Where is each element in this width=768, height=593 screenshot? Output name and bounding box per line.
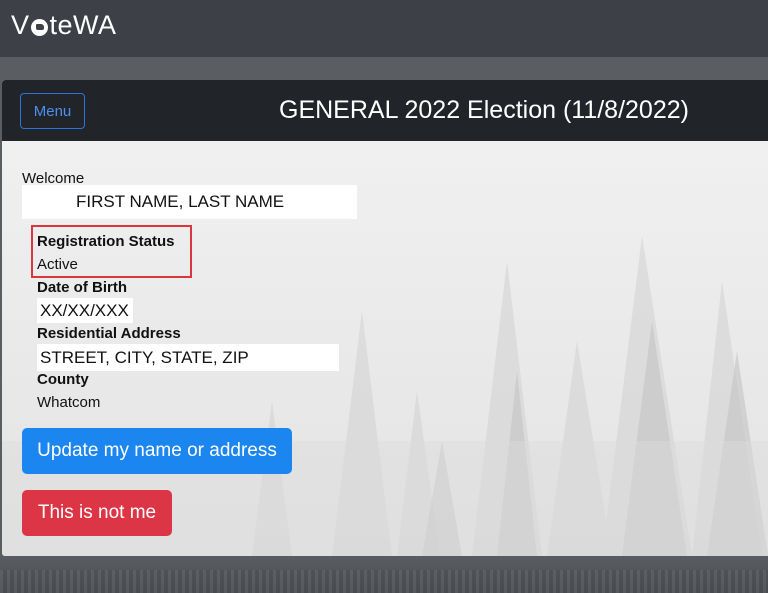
county-value: Whatcom: [37, 394, 101, 411]
voter-name: FIRST NAME, LAST NAME: [22, 185, 357, 219]
registration-status-label: Registration Status: [37, 233, 175, 250]
update-name-address-button[interactable]: Update my name or address: [22, 428, 292, 474]
election-title: GENERAL 2022 Election (11/8/2022): [279, 96, 689, 124]
menu-button[interactable]: Menu: [20, 93, 85, 129]
county-label: County: [37, 371, 89, 388]
voter-info-card: Menu GENERAL 2022 Election (11/8/2022) W…: [2, 80, 768, 556]
residential-address-label: Residential Address: [37, 325, 181, 342]
logo-text: teWA: [49, 9, 117, 40]
app-topbar: V teWA: [0, 0, 768, 57]
dob-label: Date of Birth: [37, 279, 127, 296]
residential-address-value: STREET, CITY, STATE, ZIP: [37, 344, 339, 371]
dob-value: XX/XX/XXX: [37, 298, 133, 323]
card-header: Menu GENERAL 2022 Election (11/8/2022): [2, 80, 768, 141]
background-texture: [0, 570, 768, 593]
ballot-circle-icon: [30, 18, 48, 36]
logo-letter-v: V: [11, 9, 30, 40]
registration-status-value: Active: [37, 256, 78, 273]
not-me-button[interactable]: This is not me: [22, 490, 172, 536]
votewa-logo[interactable]: V teWA: [11, 8, 117, 42]
